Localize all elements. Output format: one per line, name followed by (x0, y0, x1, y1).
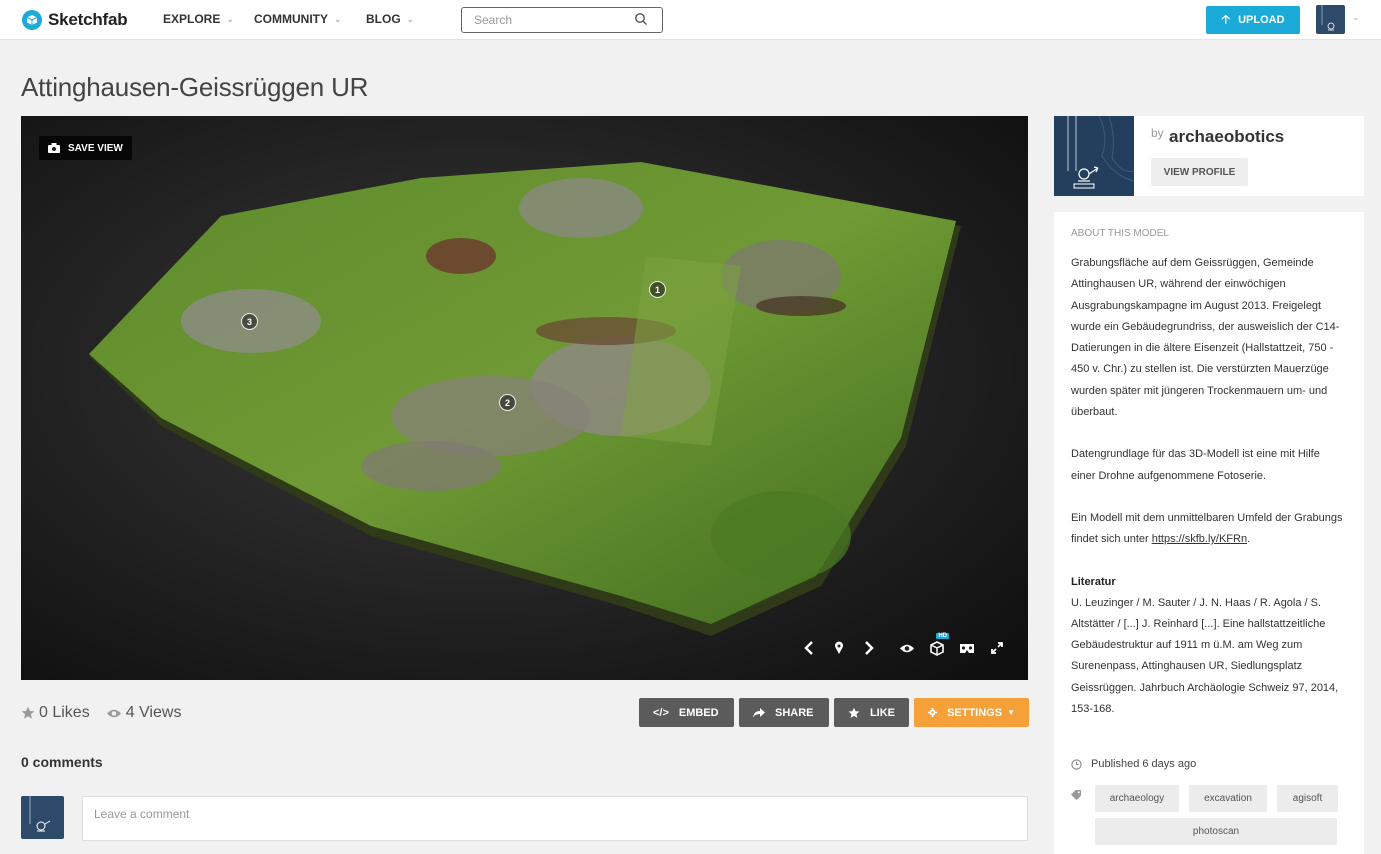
cube-icon (930, 640, 944, 656)
model-viewer[interactable]: SAVE VIEW 1 2 3 HD (21, 116, 1028, 680)
search-icon[interactable] (634, 12, 648, 26)
nav-blog[interactable]: BLOG ⌄ (366, 12, 414, 26)
comment-input[interactable] (83, 797, 1027, 840)
upload-arrow-icon: 🡡 (1221, 11, 1231, 26)
about-panel: ABOUT THIS MODEL Grabungsfläche auf dem … (1054, 212, 1364, 854)
annotation-hotspot-3[interactable]: 3 (241, 313, 258, 330)
vr-headset-icon (960, 643, 974, 653)
caret-down-icon: ▼ (1007, 708, 1015, 717)
embed-button[interactable]: </> EMBED (639, 698, 734, 727)
nav-explore[interactable]: EXPLORE ⌄ (163, 12, 234, 26)
terrain-model[interactable] (21, 116, 1028, 680)
camera-icon (48, 143, 60, 153)
views-stat: 4 Views (106, 704, 182, 722)
embed-label: EMBED (678, 706, 719, 719)
likes-stat: 0 Likes (21, 704, 90, 722)
save-view-button[interactable]: SAVE VIEW (39, 136, 132, 160)
about-paragraph-2: Datengrundlage für das 3D-Modell ist ein… (1071, 448, 1320, 482)
annotations-button[interactable] (824, 636, 854, 660)
previous-annotation-button[interactable] (794, 636, 824, 660)
settings-label: SETTINGS (947, 706, 1003, 719)
sketchfab-logo[interactable]: Sketchfab (22, 8, 128, 32)
clock-icon (1071, 758, 1082, 770)
star-icon (21, 706, 35, 719)
eye-icon (106, 709, 121, 717)
brand-name: Sketchfab (48, 10, 128, 29)
fullscreen-icon (991, 642, 1003, 654)
map-pin-icon (835, 641, 843, 654)
next-annotation-button[interactable] (854, 636, 884, 660)
hd-badge: HD (936, 633, 949, 639)
about-paragraph-3-end: . (1247, 533, 1251, 546)
nav-community-label: COMMUNITY (254, 12, 328, 26)
code-icon: </> (653, 706, 669, 719)
chevron-left-icon (804, 641, 813, 655)
gear-icon (928, 707, 938, 718)
inspector-button[interactable] (892, 636, 922, 660)
page-title: Attinghausen-Geissrüggen UR (21, 72, 369, 102)
tag-archaeology[interactable]: archaeology (1095, 785, 1179, 812)
viewer-controls: HD (794, 633, 1012, 660)
like-button[interactable]: LIKE (834, 698, 909, 727)
share-button[interactable]: SHARE (739, 698, 829, 727)
upload-label: UPLOAD (1238, 14, 1285, 26)
nav-community[interactable]: COMMUNITY ⌄ (254, 12, 342, 26)
model-stats: 0 Likes 4 Views (21, 703, 197, 723)
settings-button[interactable]: SETTINGS ▼ (914, 698, 1029, 727)
search-input[interactable] (462, 8, 622, 32)
tag-icon (1071, 790, 1082, 801)
view-profile-button[interactable]: VIEW PROFILE (1151, 158, 1248, 186)
top-navbar: Sketchfab EXPLORE ⌄ COMMUNITY ⌄ BLOG ⌄ 🡡 UP… (0, 0, 1381, 40)
user-menu-chevron-icon[interactable]: ⌄ (1352, 12, 1360, 23)
annotation-hotspot-1[interactable]: 1 (649, 281, 666, 298)
about-description: Grabungsfläche auf dem Geissrüggen, Geme… (1071, 253, 1347, 720)
hd-toggle-button[interactable]: HD (922, 633, 952, 660)
upload-button[interactable]: 🡡 UPLOAD (1206, 6, 1300, 34)
author-by-label: by (1151, 126, 1164, 140)
eye-icon (900, 644, 914, 652)
comment-box (82, 796, 1028, 841)
share-label: SHARE (775, 706, 814, 719)
vr-button[interactable] (952, 636, 982, 660)
chevron-down-icon: ⌄ (334, 13, 342, 24)
tag-agisoft[interactable]: agisoft (1277, 785, 1338, 812)
user-avatar[interactable] (1316, 5, 1345, 34)
star-icon (848, 707, 860, 718)
literature-heading: Literatur (1071, 575, 1116, 588)
fullscreen-button[interactable] (982, 636, 1012, 660)
likes-count: 0 Likes (39, 704, 90, 721)
comments-title: 0 comments (21, 754, 103, 770)
chevron-down-icon: ⌄ (226, 13, 234, 24)
published-info: Published 6 days ago (1071, 758, 1196, 770)
author-avatar[interactable] (1054, 116, 1134, 196)
model-actions: </> EMBED SHARE LIKE SETTINGS ▼ (639, 698, 1029, 727)
commenter-avatar (21, 796, 64, 839)
tag-excavation[interactable]: excavation (1189, 785, 1267, 812)
published-date: Published 6 days ago (1091, 758, 1197, 770)
nav-explore-label: EXPLORE (163, 12, 221, 26)
author-name[interactable]: archaeobotics (1169, 127, 1284, 147)
chevron-right-icon (865, 641, 874, 655)
save-view-label: SAVE VIEW (68, 142, 123, 154)
tag-photoscan[interactable]: photoscan (1095, 818, 1337, 845)
views-count: 4 Views (125, 704, 182, 721)
literature-text: U. Leuzinger / M. Sauter / J. N. Haas / … (1071, 596, 1339, 716)
sketchfab-logo-icon (22, 10, 42, 30)
about-paragraph-1: Grabungsfläche auf dem Geissrüggen, Geme… (1071, 257, 1340, 419)
nav-blog-label: BLOG (366, 12, 401, 26)
chevron-down-icon: ⌄ (406, 13, 415, 24)
author-card: by archaeobotics VIEW PROFILE (1054, 116, 1364, 196)
search-box (461, 7, 663, 33)
annotation-hotspot-2[interactable]: 2 (499, 394, 516, 411)
about-heading: ABOUT THIS MODEL (1071, 228, 1169, 239)
like-label: LIKE (869, 706, 895, 719)
about-paragraph-3: Ein Modell mit dem unmittelbaren Umfeld … (1071, 508, 1347, 551)
share-arrow-icon (753, 707, 765, 717)
model-link[interactable]: https://skfb.ly/KFRn (1152, 533, 1247, 545)
